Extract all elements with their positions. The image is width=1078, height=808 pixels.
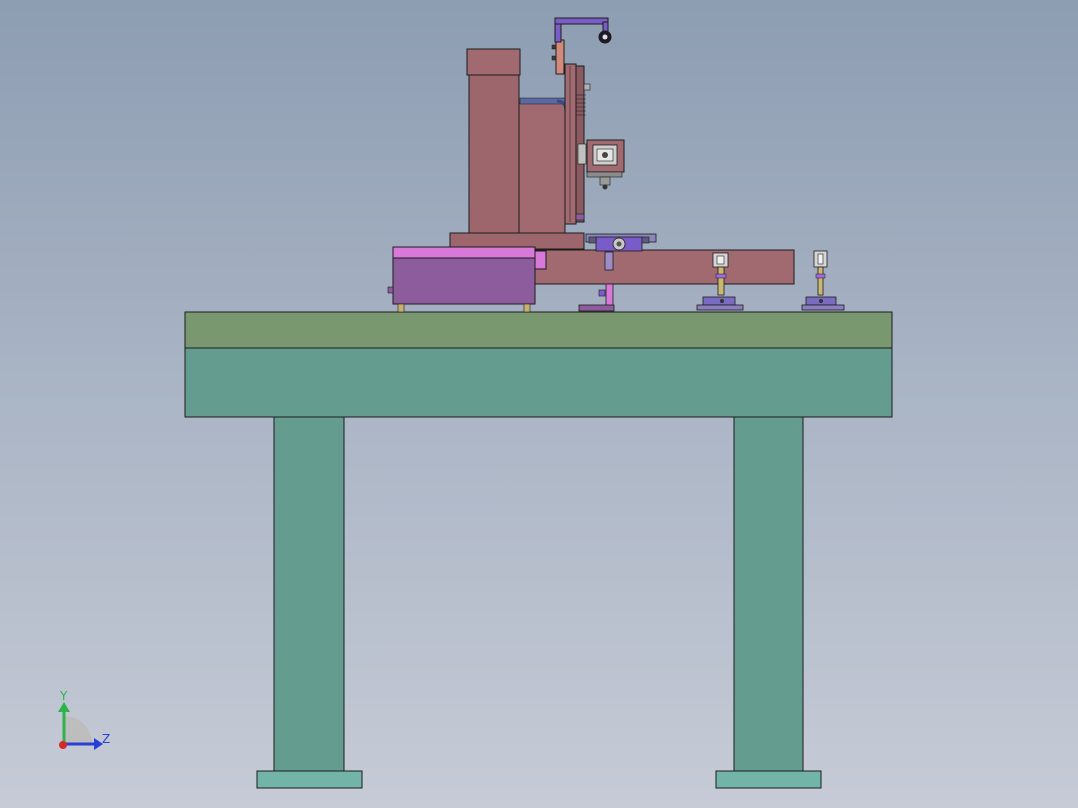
table-top-plate [184,311,893,349]
fixture-stage-2 [801,250,845,311]
rail-end-block [583,83,591,91]
camera-module [586,139,625,190]
enclosure-body [392,257,536,305]
vertical-axis [564,63,591,225]
fixture-2-base [801,304,845,311]
post-upper [604,251,614,271]
horizontal-arm [534,249,795,285]
camera-bracket [586,171,623,178]
vertical-rail [564,63,577,225]
camera-lens-mount [599,176,611,186]
column-front [518,102,566,236]
table-apron [184,347,893,418]
table-foot-left [256,770,363,789]
table-leg-left [273,416,345,774]
table-leg-right [733,416,804,774]
column-cap [466,48,521,76]
carriage-slider [577,143,587,165]
post-base [578,304,615,312]
probe-arm-horizontal [554,17,609,25]
coordinate-triad: Y Z [58,689,110,750]
control-enclosure [387,246,547,313]
fixture-1-stage [702,296,736,306]
arm-drive-module [585,233,657,252]
enclosure-foot-left [397,303,405,313]
column-rear [468,74,520,236]
enclosure-foot-right [523,303,531,313]
lens-icon [602,184,608,190]
assembly-drawing: Y Z [58,17,893,789]
fixture-1-base [696,304,744,311]
z-axis-label: Z [102,732,110,746]
workbench [184,311,893,789]
post-rod [605,283,614,309]
fixture-1-rod [717,266,725,296]
probe-post [555,39,565,75]
table-foot-right [715,770,822,789]
y-axis-label: Y [59,689,68,703]
enclosure-connector [534,250,547,270]
fixture-2-rod [817,266,824,296]
enclosure-lid [392,246,536,259]
x-axis-point [59,741,67,749]
cad-viewport[interactable]: Y Z [0,0,1078,808]
triad-quadrant [64,716,92,744]
rail-stop [575,213,585,221]
